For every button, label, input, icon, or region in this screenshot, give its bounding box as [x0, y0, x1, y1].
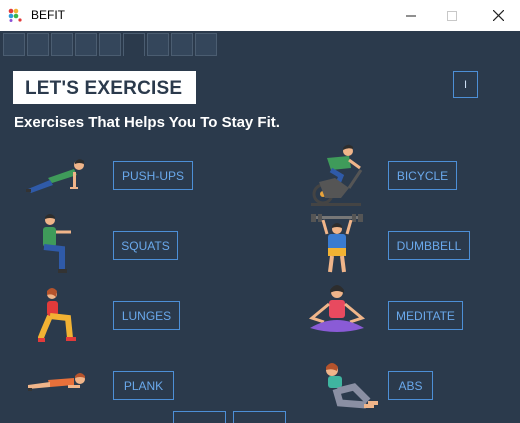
- lunges-button[interactable]: LUNGES: [113, 301, 180, 330]
- page-subtitle: Exercises That Helps You To Stay Fit.: [14, 114, 280, 131]
- window-title: BEFIT: [31, 8, 66, 22]
- maximize-button[interactable]: [429, 0, 475, 31]
- main-panel: LET'S EXERCISE I Exercises That Helps Yo…: [0, 58, 520, 423]
- tab-4[interactable]: [75, 33, 97, 56]
- bicycle-button[interactable]: BICYCLE: [388, 161, 457, 190]
- tab-2[interactable]: [27, 33, 49, 56]
- tab-1[interactable]: [3, 33, 25, 56]
- bicycle-icon: [311, 144, 363, 206]
- page-title: LET'S EXERCISE: [25, 78, 183, 99]
- info-button[interactable]: I: [453, 71, 478, 98]
- tab-7[interactable]: [147, 33, 169, 56]
- tab-5[interactable]: [99, 33, 121, 56]
- dumbbell-button[interactable]: DUMBBELL: [388, 231, 470, 260]
- squats-icon: [43, 214, 71, 273]
- tab-strip: [0, 31, 520, 58]
- page-title-box: LET'S EXERCISE: [13, 71, 196, 104]
- push-ups-button[interactable]: PUSH-UPS: [113, 161, 193, 190]
- window-titlebar: BEFIT: [0, 0, 520, 31]
- minimize-button[interactable]: [388, 0, 434, 31]
- push-ups-icon: [26, 159, 84, 193]
- abs-button[interactable]: ABS: [388, 371, 433, 400]
- meditate-button[interactable]: MEDITATE: [388, 301, 463, 330]
- tab-3[interactable]: [51, 33, 73, 56]
- tab-9[interactable]: [195, 33, 217, 56]
- dumbbell-icon: [311, 214, 363, 273]
- lunges-icon: [38, 288, 76, 342]
- plank-button[interactable]: PLANK: [113, 371, 174, 400]
- meditate-icon: [308, 285, 366, 332]
- bottom-button-1[interactable]: [173, 411, 226, 423]
- app-logo-icon: [8, 8, 22, 22]
- tab-6-active[interactable]: [123, 33, 145, 56]
- bottom-button-2[interactable]: [233, 411, 286, 423]
- tab-8[interactable]: [171, 33, 193, 56]
- plank-icon: [28, 373, 85, 391]
- minimize-icon: [406, 15, 416, 16]
- squats-button[interactable]: SQUATS: [113, 231, 178, 260]
- close-button[interactable]: [475, 0, 520, 31]
- close-icon: [492, 10, 504, 21]
- maximize-icon: [447, 10, 457, 21]
- abs-icon: [326, 363, 378, 409]
